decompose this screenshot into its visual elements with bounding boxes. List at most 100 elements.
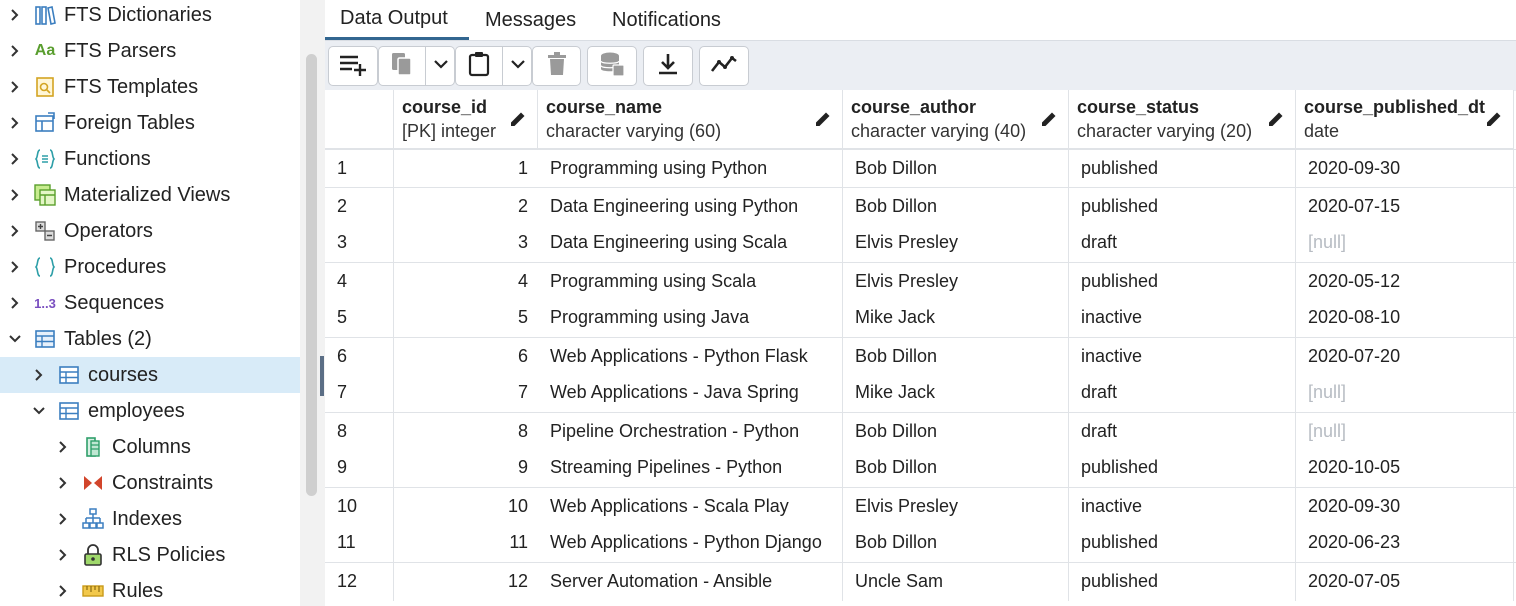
chevron-right-icon[interactable] [3, 291, 27, 315]
delete-button[interactable] [532, 46, 581, 86]
tree-item-materialized-views[interactable]: Materialized Views [0, 177, 300, 213]
cell-course-name[interactable]: Programming using Python [538, 150, 843, 188]
tree-item-rules[interactable]: Rules [0, 573, 300, 606]
cell-course-author[interactable]: Elvis Presley [843, 224, 1069, 262]
pencil-icon[interactable] [1485, 110, 1503, 128]
row-number[interactable]: 8 [325, 413, 393, 451]
add-row-button[interactable] [328, 46, 378, 86]
chevron-right-icon[interactable] [51, 507, 75, 531]
column-header-course-published-dt[interactable]: course_published_dt date [1296, 90, 1514, 149]
tab-notifications[interactable]: Notifications [597, 0, 747, 40]
chevron-right-icon[interactable] [3, 255, 27, 279]
table-row[interactable]: 2 2 Data Engineering using Python Bob Dillo… [325, 187, 1516, 226]
cell-course-name[interactable]: Web Applications - Scala Play [538, 488, 843, 526]
tree-item-rls-policies[interactable]: RLS Policies [0, 537, 300, 573]
cell-course-author[interactable]: Bob Dillon [843, 524, 1069, 562]
row-number[interactable]: 5 [325, 299, 393, 337]
pencil-icon[interactable] [1267, 110, 1285, 128]
cell-course-author[interactable]: Mike Jack [843, 299, 1069, 337]
chevron-right-icon[interactable] [3, 111, 27, 135]
cell-course-author[interactable]: Bob Dillon [843, 188, 1069, 226]
row-number[interactable]: 9 [325, 449, 393, 487]
tree-item-operators[interactable]: Operators [0, 213, 300, 249]
copy-button[interactable] [379, 47, 425, 85]
cell-course-published-dt[interactable]: [null] [1296, 374, 1514, 412]
cell-course-author[interactable]: Elvis Presley [843, 263, 1069, 301]
cell-course-author[interactable]: Elvis Presley [843, 488, 1069, 526]
row-number[interactable]: 2 [325, 188, 393, 226]
tree-item-tables[interactable]: Tables (2) [0, 321, 300, 357]
cell-course-id[interactable]: 9 [394, 449, 538, 487]
tab-messages[interactable]: Messages [470, 0, 598, 40]
cell-course-name[interactable]: Web Applications - Python Django [538, 524, 843, 562]
cell-course-status[interactable]: inactive [1069, 299, 1296, 337]
tree-item-columns[interactable]: Columns [0, 429, 300, 465]
column-header-course-status[interactable]: course_status character varying (20) [1069, 90, 1296, 149]
row-number[interactable]: 1 [325, 150, 393, 188]
tree-scrollbar-thumb[interactable] [306, 54, 317, 496]
tree-item-employees[interactable]: employees [0, 393, 300, 429]
pencil-icon[interactable] [1040, 110, 1058, 128]
table-row[interactable]: 12 12 Server Automation - Ansible Uncle Sam… [325, 562, 1516, 601]
column-header-course-author[interactable]: course_author character varying (40) [843, 90, 1069, 149]
cell-course-id[interactable]: 12 [394, 563, 538, 601]
cell-course-name[interactable]: Programming using Java [538, 299, 843, 337]
tree-item-foreign-tables[interactable]: Foreign Tables [0, 105, 300, 141]
row-number[interactable]: 3 [325, 224, 393, 262]
cell-course-author[interactable]: Bob Dillon [843, 449, 1069, 487]
cell-course-status[interactable]: published [1069, 263, 1296, 301]
cell-course-author[interactable]: Bob Dillon [843, 338, 1069, 376]
cell-course-id[interactable]: 5 [394, 299, 538, 337]
cell-course-published-dt[interactable]: 2020-10-05 [1296, 449, 1514, 487]
cell-course-id[interactable]: 10 [394, 488, 538, 526]
tree-item-fts-templates[interactable]: FTS Templates [0, 69, 300, 105]
pencil-icon[interactable] [814, 110, 832, 128]
row-number[interactable]: 12 [325, 563, 393, 601]
cell-course-published-dt[interactable]: [null] [1296, 224, 1514, 262]
chevron-right-icon[interactable] [3, 219, 27, 243]
tree-item-functions[interactable]: Functions [0, 141, 300, 177]
cell-course-published-dt[interactable]: 2020-08-10 [1296, 299, 1514, 337]
download-button[interactable] [643, 46, 693, 86]
table-row[interactable]: 6 6 Web Applications - Python Flask Bob Dil… [325, 337, 1516, 376]
cell-course-author[interactable]: Bob Dillon [843, 150, 1069, 188]
tree-item-fts-dictionaries[interactable]: FTS Dictionaries [0, 0, 300, 33]
copy-dropdown-button[interactable] [426, 47, 455, 85]
tree-item-fts-parsers[interactable]: Aa FTS Parsers [0, 33, 300, 69]
column-header-course-id[interactable]: course_id [PK] integer [394, 90, 538, 149]
chevron-right-icon[interactable] [3, 183, 27, 207]
tab-data-output[interactable]: Data Output [325, 0, 469, 40]
cell-course-status[interactable]: published [1069, 188, 1296, 226]
cell-course-published-dt[interactable]: 2020-09-30 [1296, 150, 1514, 188]
row-number[interactable]: 11 [325, 524, 393, 562]
tree-item-sequences[interactable]: 1..3 Sequences [0, 285, 300, 321]
table-row[interactable]: 8 8 Pipeline Orchestration - Python Bob Dil… [325, 412, 1516, 451]
cell-course-status[interactable]: published [1069, 524, 1296, 562]
cell-course-published-dt[interactable]: [null] [1296, 413, 1514, 451]
cell-course-author[interactable]: Uncle Sam [843, 563, 1069, 601]
paste-dropdown-button[interactable] [503, 47, 532, 85]
chevron-down-icon[interactable] [3, 327, 27, 351]
cell-course-status[interactable]: inactive [1069, 488, 1296, 526]
cell-course-status[interactable]: draft [1069, 224, 1296, 262]
cell-course-id[interactable]: 6 [394, 338, 538, 376]
table-row[interactable]: 4 4 Programming using Scala Elvis Presley pu… [325, 262, 1516, 301]
chevron-right-icon[interactable] [51, 579, 75, 603]
cell-course-published-dt[interactable]: 2020-07-15 [1296, 188, 1514, 226]
cell-course-id[interactable]: 1 [394, 150, 538, 188]
cell-course-published-dt[interactable]: 2020-07-20 [1296, 338, 1514, 376]
pencil-icon[interactable] [509, 110, 527, 128]
chevron-right-icon[interactable] [51, 471, 75, 495]
row-number[interactable]: 6 [325, 338, 393, 376]
cell-course-name[interactable]: Data Engineering using Python [538, 188, 843, 226]
cell-course-name[interactable]: Programming using Scala [538, 263, 843, 301]
table-row[interactable]: 7 7 Web Applications - Java Spring Mike Jac… [325, 374, 1516, 412]
chevron-right-icon[interactable] [3, 75, 27, 99]
cell-course-name[interactable]: Streaming Pipelines - Python [538, 449, 843, 487]
tree-item-courses[interactable]: courses [0, 357, 300, 393]
cell-course-published-dt[interactable]: 2020-05-12 [1296, 263, 1514, 301]
save-data-button[interactable] [587, 46, 637, 86]
graph-visualiser-button[interactable] [699, 46, 749, 86]
row-number[interactable]: 7 [325, 374, 393, 412]
cell-course-name[interactable]: Pipeline Orchestration - Python [538, 413, 843, 451]
